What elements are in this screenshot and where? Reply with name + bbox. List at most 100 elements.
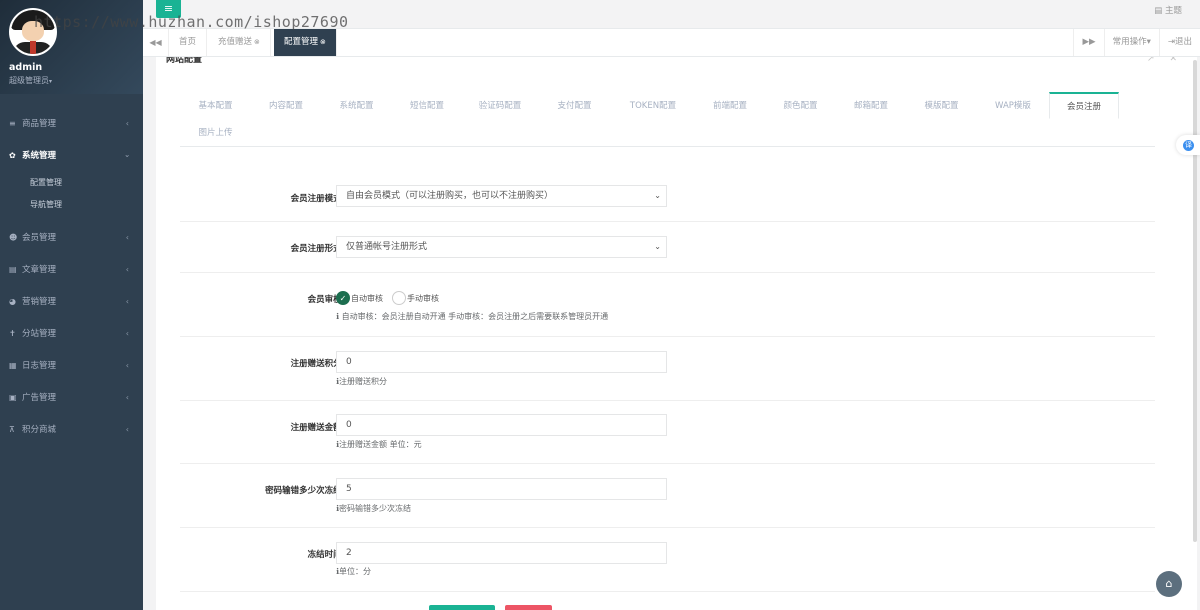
tab-frontend-config[interactable]: 前端配置 bbox=[695, 93, 765, 120]
chevron-down-icon: ⌄ bbox=[654, 242, 661, 251]
chevron-left-icon: ‹ bbox=[125, 119, 129, 128]
tab-system-config[interactable]: 系统配置 bbox=[321, 93, 392, 120]
audit-help-text: 自动审核：会员注册自动开通 手动审核：会员注册之后需要联系管理员开通 bbox=[341, 312, 609, 321]
sidebar-item-members[interactable]: ☻ 会员管理 ‹ bbox=[0, 222, 143, 254]
save-button[interactable] bbox=[429, 605, 495, 610]
sidebar-item-label: 系统管理 bbox=[22, 151, 57, 161]
sidebar-item-ads[interactable]: ▣ 广告管理 ‹ bbox=[0, 382, 143, 414]
chevron-down-icon: ⌄ bbox=[654, 191, 661, 200]
sidebar-item-label: 日志管理 bbox=[22, 361, 57, 371]
panel-title: 网站配置 bbox=[166, 57, 203, 65]
translate-float-button[interactable]: 译 bbox=[1176, 135, 1200, 155]
radio-manual-audit[interactable] bbox=[392, 291, 406, 305]
user-role-dropdown[interactable]: 超级管理员▾ bbox=[9, 75, 52, 86]
chevron-left-icon: ‹ bbox=[125, 265, 129, 274]
sidebar-item-products[interactable]: ≡ 商品管理 ‹ bbox=[0, 108, 143, 140]
chevron-left-icon: ‹ bbox=[125, 393, 129, 402]
tab-color-config[interactable]: 颜色配置 bbox=[765, 93, 836, 120]
chevron-left-icon: ‹ bbox=[125, 297, 129, 306]
tab-recharge-gift[interactable]: 充值赠送 ⊗ bbox=[208, 29, 271, 56]
reg-mode-select[interactable]: 自由会员模式（可以注册购买，也可以不注册购买） ⌄ bbox=[336, 185, 667, 207]
reg-money-input[interactable]: 0 bbox=[336, 414, 667, 436]
pwd-errors-help-text: 密码输错多少次冻结 bbox=[339, 504, 412, 513]
logout-button[interactable]: ⇥退出 bbox=[1158, 29, 1200, 56]
caret-down-icon: ▾ bbox=[1146, 37, 1151, 47]
chevron-down-icon: ‹ bbox=[122, 154, 132, 158]
audit-radio-group: ✓ 自动审核 手动审核 bbox=[336, 291, 448, 305]
tab-image-upload[interactable]: 图片上传 bbox=[180, 120, 251, 147]
sidebar-item-label: 广告管理 bbox=[22, 393, 57, 403]
reg-points-input[interactable]: 0 bbox=[336, 351, 667, 373]
sidebar-subitem-navigation[interactable]: 导航管理 bbox=[0, 194, 143, 216]
pwd-errors-input[interactable]: 5 bbox=[336, 478, 667, 500]
form-row-pwd-errors: 密码输错多少次冻结: 5 ℹ密码输错多少次冻结 bbox=[180, 464, 1155, 528]
double-chevron-right-icon[interactable]: ▶▶ bbox=[1073, 29, 1103, 56]
gear-icon: ✿ bbox=[9, 151, 16, 160]
auto-audit-label[interactable]: 自动审核 bbox=[351, 293, 383, 304]
tab-basic-config[interactable]: 基本配置 bbox=[180, 93, 251, 120]
user-name: admin bbox=[9, 62, 43, 73]
tab-wap-template[interactable]: WAP模版 bbox=[977, 93, 1049, 120]
reg-money-help: ℹ注册赠送金额 单位：元 bbox=[336, 439, 422, 450]
reg-form-value: 仅普通帐号注册形式 bbox=[346, 242, 428, 252]
tab-sms-config[interactable]: 短信配置 bbox=[392, 93, 462, 120]
audit-help: ℹ 自动审核：会员注册自动开通 手动审核：会员注册之后需要联系管理员开通 bbox=[336, 311, 608, 322]
sidebar-item-articles[interactable]: ▤ 文章管理 ‹ bbox=[0, 254, 143, 286]
watermark-text: https://www.huzhan.com/ishop27690 bbox=[34, 13, 349, 31]
user-role: 超级管理员 bbox=[9, 76, 49, 85]
tab-template-config[interactable]: 模版配置 bbox=[906, 93, 977, 120]
theme-icon: ▤ bbox=[1154, 6, 1163, 16]
tab-email-config[interactable]: 邮箱配置 bbox=[836, 93, 906, 120]
content-panel: 网站配置 ⌃ ↗ ✕ 基本配置 内容配置 系统配置 短信配置 验证码配置 支付配… bbox=[156, 57, 1197, 610]
sidebar-nav: ≡ 商品管理 ‹ ✿ 系统管理 ‹ 配置管理 导航管理 ☻ 会员管理 ‹ ▤ 文章管理 ‹ ◕ 营… bbox=[0, 94, 143, 446]
sidebar-item-system[interactable]: ✿ 系统管理 ‹ bbox=[0, 140, 143, 172]
radio-auto-audit[interactable]: ✓ bbox=[336, 291, 350, 305]
tab-payment-config[interactable]: 支付配置 bbox=[538, 93, 611, 120]
home-icon[interactable]: ⌂ bbox=[1156, 571, 1182, 597]
sidebar-item-logs[interactable]: ▦ 日志管理 ‹ bbox=[0, 350, 143, 382]
sidebar-subitem-config[interactable]: 配置管理 bbox=[0, 172, 143, 194]
close-icon[interactable]: ⊗ bbox=[254, 38, 260, 46]
sidebar-item-label: 积分商城 bbox=[22, 425, 57, 435]
sidebar-item-substations[interactable]: ✝ 分站管理 ‹ bbox=[0, 318, 143, 350]
chevron-left-icon: ‹ bbox=[125, 361, 129, 370]
tab-label: 首页 bbox=[179, 37, 197, 47]
double-chevron-left-icon[interactable]: ◀◀ bbox=[143, 29, 169, 56]
tab-config-management[interactable]: 配置管理 ⊗ bbox=[274, 29, 337, 56]
cancel-button[interactable] bbox=[505, 605, 552, 610]
sidebar-item-points-mall[interactable]: ⊼ 积分商城 ‹ bbox=[0, 414, 143, 446]
tabbar-right-tools: ▶▶ 常用操作▾ ⇥退出 bbox=[1073, 29, 1200, 56]
tab-captcha-config[interactable]: 验证码配置 bbox=[462, 93, 538, 120]
freeze-time-input[interactable]: 2 bbox=[336, 542, 667, 564]
common-ops-label: 常用操作 bbox=[1112, 37, 1147, 47]
chevron-left-icon: ‹ bbox=[125, 329, 129, 338]
freeze-time-help: ℹ单位：分 bbox=[336, 566, 371, 577]
sidebar-item-label: 分站管理 bbox=[22, 329, 57, 339]
tab-token-config[interactable]: TOKEN配置 bbox=[611, 93, 695, 120]
common-ops-dropdown[interactable]: 常用操作▾ bbox=[1103, 29, 1159, 56]
theme-button[interactable]: ▤ 主题 bbox=[1154, 4, 1182, 16]
pwd-errors-label: 密码输错多少次冻结: bbox=[265, 486, 345, 496]
logout-icon: ⇥ bbox=[1167, 37, 1175, 47]
manual-audit-label[interactable]: 手动审核 bbox=[407, 293, 439, 304]
config-tabs: 基本配置 内容配置 系统配置 短信配置 验证码配置 支付配置 TOKEN配置 前… bbox=[180, 92, 1155, 147]
translate-icon: 译 bbox=[1183, 140, 1194, 151]
cart-icon: ⊼ bbox=[9, 425, 15, 434]
freeze-time-help-text: 单位：分 bbox=[339, 567, 372, 576]
pie-chart-icon: ◕ bbox=[9, 297, 16, 306]
tab-label: 充值赠送 bbox=[218, 37, 253, 47]
document-icon: ▤ bbox=[9, 265, 17, 274]
close-icon[interactable]: ⊗ bbox=[320, 38, 326, 46]
tab-label: 配置管理 bbox=[284, 37, 319, 47]
tab-content-config[interactable]: 内容配置 bbox=[251, 93, 321, 120]
sidebar-submenu: 配置管理 导航管理 bbox=[0, 172, 143, 222]
image-icon: ▣ bbox=[9, 393, 17, 402]
page-scrollbar[interactable] bbox=[1193, 60, 1197, 542]
caret-down-icon: ▾ bbox=[49, 78, 53, 85]
tab-member-registration[interactable]: 会员注册 bbox=[1049, 92, 1119, 119]
reg-form-select[interactable]: 仅普通帐号注册形式 ⌄ bbox=[336, 236, 667, 258]
tab-home[interactable]: 首页 bbox=[169, 29, 208, 56]
sidebar-item-marketing[interactable]: ◕ 营销管理 ‹ bbox=[0, 286, 143, 318]
panel-tools-icons[interactable]: ⌃ ↗ ✕ bbox=[1125, 57, 1183, 64]
form-row-reg-form: 会员注册形式: 仅普通帐号注册形式 ⌄ bbox=[180, 222, 1155, 273]
